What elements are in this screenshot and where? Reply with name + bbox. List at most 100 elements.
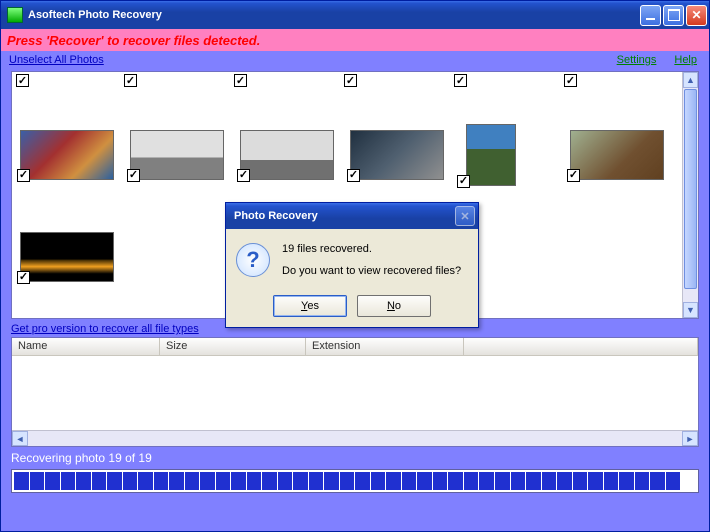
- scroll-left-arrow-icon[interactable]: ◄: [12, 431, 28, 446]
- progress-segment: [433, 472, 448, 490]
- progress-segment: [666, 472, 681, 490]
- thumbnail-checkbox[interactable]: [16, 74, 29, 87]
- progress-segment: [92, 472, 107, 490]
- progress-segment: [107, 472, 122, 490]
- progress-segment: [448, 472, 463, 490]
- thumbnail-image: [350, 130, 444, 180]
- thumbnail-checkbox[interactable]: [234, 74, 247, 87]
- thumbnail-image: [240, 130, 334, 180]
- progress-segment: [293, 472, 308, 490]
- progress-segment: [340, 472, 355, 490]
- thumbnail-image: [130, 130, 224, 180]
- thumbnail-checkbox[interactable]: [347, 169, 360, 182]
- dialog-message-2: Do you want to view recovered files?: [282, 265, 461, 277]
- scroll-up-arrow-icon[interactable]: ▲: [683, 72, 698, 88]
- column-header-size[interactable]: Size: [160, 338, 306, 355]
- link-row: Unselect All Photos Settings Help: [1, 51, 709, 69]
- thumbnail-item[interactable]: [348, 130, 446, 180]
- pro-version-link[interactable]: Get pro version to recover all file type…: [11, 323, 199, 335]
- progress-segment: [231, 472, 246, 490]
- progress-segment: [604, 472, 619, 490]
- dialog-message-1: 19 files recovered.: [282, 243, 461, 255]
- progress-segment: [542, 472, 557, 490]
- progress-segment: [154, 472, 169, 490]
- thumbnail-item[interactable]: [18, 232, 116, 282]
- horizontal-scrollbar[interactable]: ◄ ►: [12, 430, 698, 446]
- thumbnail-checkbox[interactable]: [454, 74, 467, 87]
- progress-segment: [185, 472, 200, 490]
- progress-segment: [138, 472, 153, 490]
- thumbnail-checkbox[interactable]: [124, 74, 137, 87]
- dialog-title: Photo Recovery: [234, 210, 318, 222]
- window-title: Asoftech Photo Recovery: [28, 9, 162, 21]
- question-icon: ?: [236, 243, 270, 277]
- thumbnail-item[interactable]: [568, 130, 666, 180]
- progress-segment: [45, 472, 60, 490]
- column-header-extension[interactable]: Extension: [306, 338, 464, 355]
- progress-segment: [30, 472, 45, 490]
- help-link[interactable]: Help: [674, 54, 697, 66]
- thumbnail-checkbox[interactable]: [564, 74, 577, 87]
- progress-segment: [262, 472, 277, 490]
- scroll-right-arrow-icon[interactable]: ►: [682, 431, 698, 446]
- unselect-all-link[interactable]: Unselect All Photos: [9, 54, 104, 66]
- progress-segment: [495, 472, 510, 490]
- progress-segment: [309, 472, 324, 490]
- scroll-thumb[interactable]: [684, 89, 697, 289]
- thumbnail-item[interactable]: [18, 130, 116, 180]
- scroll-down-arrow-icon[interactable]: ▼: [683, 302, 698, 318]
- thumbnail-checkbox[interactable]: [127, 169, 140, 182]
- progress-segment: [511, 472, 526, 490]
- settings-link[interactable]: Settings: [617, 54, 657, 66]
- column-header-name[interactable]: Name: [12, 338, 160, 355]
- thumbnail-checkbox[interactable]: [344, 74, 357, 87]
- progress-segment: [635, 472, 650, 490]
- vertical-scrollbar[interactable]: ▲ ▼: [682, 72, 698, 318]
- progress-segment: [417, 472, 432, 490]
- close-button[interactable]: [686, 5, 707, 26]
- progress-segment: [14, 472, 29, 490]
- progress-segment: [355, 472, 370, 490]
- thumbnail-image: [20, 232, 114, 282]
- main-window: Asoftech Photo Recovery Press 'Recover' …: [0, 0, 710, 532]
- app-icon: [7, 7, 23, 23]
- thumbnail-image: [466, 124, 516, 186]
- progress-segment: [650, 472, 665, 490]
- thumbnail-item[interactable]: [238, 130, 336, 180]
- instruction-bar: Press 'Recover' to recover files detecte…: [1, 29, 709, 51]
- progress-segment: [619, 472, 634, 490]
- progress-segment: [216, 472, 231, 490]
- thumbnail-checkbox[interactable]: [237, 169, 250, 182]
- no-button[interactable]: No: [357, 295, 431, 317]
- progress-segment: [386, 472, 401, 490]
- file-table: Name Size Extension ◄ ►: [11, 337, 699, 447]
- progress-bar: [11, 469, 699, 493]
- progress-segment: [61, 472, 76, 490]
- dialog-close-button[interactable]: ✕: [455, 206, 475, 226]
- thumbnail-image: [20, 130, 114, 180]
- thumbnail-checkbox[interactable]: [17, 271, 30, 284]
- progress-segment: [247, 472, 262, 490]
- progress-segment: [526, 472, 541, 490]
- thumbnail-checkbox[interactable]: [457, 175, 470, 188]
- progress-segment: [169, 472, 184, 490]
- thumbnail-checkbox[interactable]: [17, 169, 30, 182]
- status-text: Recovering photo 19 of 19: [11, 451, 699, 465]
- table-header: Name Size Extension: [12, 338, 698, 356]
- progress-segment: [402, 472, 417, 490]
- thumbnail-item[interactable]: [458, 124, 526, 186]
- progress-segment: [371, 472, 386, 490]
- maximize-button[interactable]: [663, 5, 684, 26]
- thumbnail-checkbox[interactable]: [567, 169, 580, 182]
- progress-segment: [464, 472, 479, 490]
- progress-segment: [278, 472, 293, 490]
- dialog-titlebar: Photo Recovery ✕: [226, 203, 478, 229]
- thumbnail-item[interactable]: [128, 130, 226, 180]
- minimize-button[interactable]: [640, 5, 661, 26]
- progress-segment: [479, 472, 494, 490]
- yes-button[interactable]: Yes: [273, 295, 347, 317]
- progress-segment: [76, 472, 91, 490]
- progress-segment: [573, 472, 588, 490]
- progress-segment: [681, 472, 696, 490]
- instruction-text: Press 'Recover' to recover files detecte…: [7, 33, 260, 48]
